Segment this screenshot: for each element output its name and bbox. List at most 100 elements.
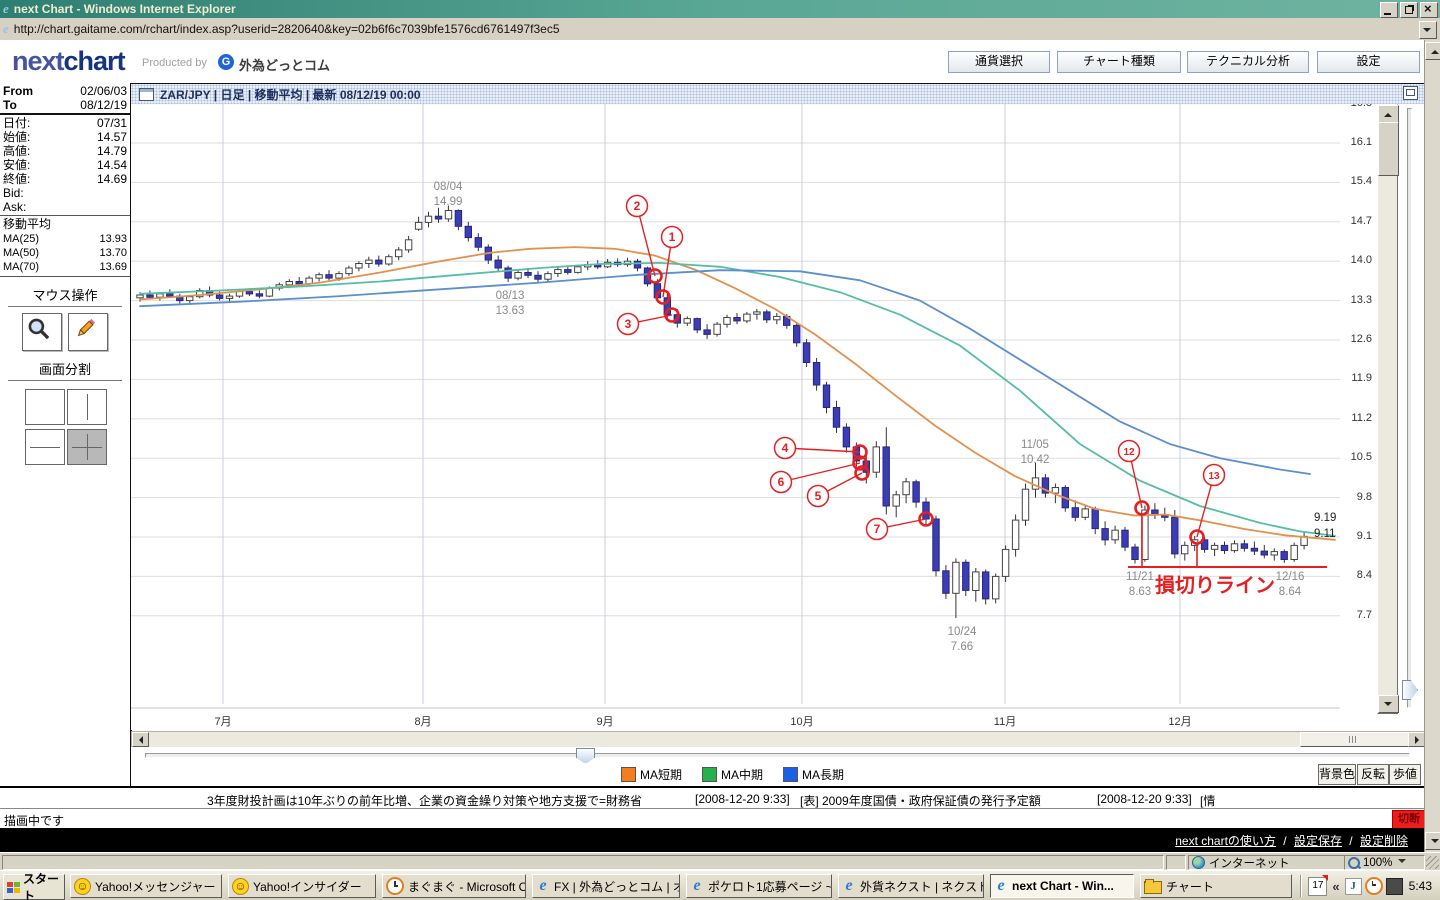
split-single-button[interactable] bbox=[25, 389, 65, 425]
address-dropdown-button[interactable] bbox=[1419, 21, 1437, 39]
footer-link[interactable]: 設定削除 bbox=[1360, 834, 1408, 848]
pane-restore-icon[interactable] bbox=[1403, 86, 1418, 100]
produced-by-label: Producted by bbox=[142, 57, 207, 69]
taskbar-button-1[interactable]: ☺ Yahoo!メッセンジャー bbox=[70, 874, 222, 898]
taskbar-button-7[interactable]: e next Chart - Win... bbox=[990, 874, 1134, 898]
y-axis-tick: 9.8 bbox=[1356, 491, 1372, 503]
folder-icon bbox=[1144, 878, 1162, 894]
link-separator: / bbox=[1345, 834, 1356, 848]
system-tray: 17 « J 5:43 bbox=[1300, 871, 1440, 900]
scroll-down-button[interactable] bbox=[1378, 695, 1399, 713]
legend-item: MA中期 bbox=[702, 766, 763, 783]
y-axis-tick: 11.2 bbox=[1351, 412, 1372, 424]
chart-option-button-3[interactable]: 歩値 bbox=[1389, 764, 1421, 785]
quote-info: 日付: 07/31 始値: 14.57 高値: 14.79 安値: 14.54 終値: 14.69… bbox=[0, 115, 130, 216]
y-axis-tick: 11.9 bbox=[1351, 372, 1372, 384]
horizontal-split-icon bbox=[30, 447, 60, 448]
horizontal-scroll-thumb[interactable] bbox=[1300, 732, 1409, 747]
scroll-up-button[interactable] bbox=[1378, 105, 1399, 123]
from-label: From bbox=[3, 84, 33, 98]
url-field[interactable]: http://chart.gaitame.com/rchart/index.as… bbox=[14, 22, 560, 36]
vertical-scroll-thumb[interactable] bbox=[1378, 122, 1399, 176]
taskbar-button-4[interactable]: e FX | 外為どっとコム | オ... bbox=[532, 874, 680, 898]
y-axis-tick: 16.1 bbox=[1350, 136, 1372, 148]
y-axis-tick: 14.0 bbox=[1350, 254, 1372, 266]
nav-button-1[interactable]: 通貨選択 bbox=[948, 51, 1050, 73]
ie-icon: e bbox=[3, 1, 9, 16]
vertical-slider-thumb[interactable] bbox=[1402, 680, 1418, 700]
zoom-control[interactable]: 100% bbox=[1344, 855, 1425, 870]
clock-icon[interactable] bbox=[1364, 877, 1383, 895]
svg-text:9月: 9月 bbox=[596, 716, 613, 728]
period-slider[interactable] bbox=[131, 747, 1424, 764]
scroll-left-button[interactable] bbox=[132, 732, 149, 747]
start-button[interactable]: スタート bbox=[3, 872, 65, 900]
svg-text:7月: 7月 bbox=[214, 716, 231, 728]
tray-app-icon[interactable] bbox=[1385, 877, 1403, 895]
browser-scroll-up-button[interactable] bbox=[1425, 42, 1440, 60]
smiley-icon: ☺ bbox=[74, 877, 91, 895]
nav-button-2[interactable]: チャート種類 bbox=[1057, 51, 1181, 73]
tray-time: 5:43 bbox=[1408, 879, 1432, 893]
y-axis-tick: 13.3 bbox=[1350, 294, 1372, 306]
draw-tool-button[interactable] bbox=[68, 313, 108, 351]
chart-horizontal-scrollbar[interactable] bbox=[131, 731, 1426, 748]
disconnect-button[interactable]: 切断 bbox=[1392, 810, 1426, 830]
svg-text:1: 1 bbox=[669, 230, 676, 244]
nav-button-4[interactable]: 設定 bbox=[1317, 51, 1420, 73]
taskbar-button-8[interactable]: チャート bbox=[1140, 874, 1292, 898]
svg-text:7: 7 bbox=[874, 522, 881, 536]
news-item: [2008-12-20 9:33] bbox=[1097, 792, 1192, 806]
ma-label: MA(70) bbox=[3, 261, 40, 273]
split-horizontal-button[interactable] bbox=[25, 429, 65, 465]
ma-legend: MA短期 MA中期 MA長期 bbox=[131, 763, 1424, 786]
info-value: 14.79 bbox=[96, 144, 127, 158]
period-slider-thumb[interactable] bbox=[576, 748, 595, 764]
info-label: 高値: bbox=[3, 144, 31, 158]
chart-option-button-2[interactable]: 反転 bbox=[1357, 764, 1389, 785]
footer-link[interactable]: next chartの使い方 bbox=[1175, 834, 1276, 848]
restore-button[interactable] bbox=[1400, 2, 1418, 18]
taskbar-button-5[interactable]: e ポケロト1応募ページ ~... bbox=[686, 874, 832, 898]
magnifier-icon bbox=[1348, 856, 1360, 869]
svg-text:14.99: 14.99 bbox=[434, 196, 463, 208]
chart-option-button-1[interactable]: 背景色 bbox=[1318, 764, 1356, 785]
chart-titlebar: ZAR/JPY | 日足 | 移動平均 | 最新 08/12/19 00:00 bbox=[131, 84, 1424, 104]
svg-text:5: 5 bbox=[815, 489, 822, 503]
taskbar-button-3[interactable]: まぐまぐ - Microsoft Ou... bbox=[382, 874, 526, 898]
brand-name: 外為どっとコム bbox=[239, 58, 331, 73]
split-quad-button[interactable] bbox=[67, 429, 107, 465]
taskbar-button-2[interactable]: ☺ Yahoo!インサイダー bbox=[228, 874, 376, 898]
chevron-down-icon bbox=[1423, 28, 1431, 36]
tray-collapse-button[interactable]: « bbox=[1332, 879, 1339, 894]
minimize-button[interactable] bbox=[1380, 2, 1398, 18]
vertical-zoom-slider[interactable] bbox=[1399, 104, 1419, 712]
close-button[interactable] bbox=[1420, 1, 1438, 18]
windows-logo-icon bbox=[7, 881, 20, 893]
svg-text:9.11: 9.11 bbox=[1314, 528, 1336, 540]
svg-text:6: 6 bbox=[778, 475, 785, 489]
calendar-icon[interactable]: 17 bbox=[1308, 874, 1329, 896]
nav-button-3[interactable]: テクニカル分析 bbox=[1187, 51, 1309, 73]
info-value: 14.54 bbox=[96, 158, 127, 172]
news-item: 3年度財投計画は10年ぶりの前年比増、企業の資金繰り対策や地方支援で=財務省 bbox=[207, 794, 643, 808]
svg-text:4: 4 bbox=[782, 441, 789, 455]
date-range-box: From 02/06/03 To 08/12/19 bbox=[0, 83, 130, 115]
to-label: To bbox=[3, 98, 17, 112]
java-icon[interactable]: J bbox=[1344, 877, 1362, 895]
resize-grip[interactable] bbox=[1426, 856, 1439, 869]
zoom-tool-button[interactable] bbox=[22, 313, 62, 351]
legend-color-swatch bbox=[702, 767, 718, 782]
browser-scrollbar[interactable] bbox=[1424, 40, 1440, 852]
scroll-right-button[interactable] bbox=[1408, 732, 1425, 747]
info-row: Bid: bbox=[0, 186, 130, 200]
chart-vertical-scrollbar[interactable] bbox=[1377, 104, 1399, 714]
ma-label: MA(25) bbox=[3, 233, 40, 245]
footer-link[interactable]: 設定保存 bbox=[1294, 834, 1342, 848]
page-icon: e bbox=[3, 21, 9, 36]
taskbar-button-6[interactable]: e 外貨ネクスト | ネクスト... bbox=[838, 874, 984, 898]
ma-label: MA(50) bbox=[3, 247, 40, 259]
browser-scroll-down-button[interactable] bbox=[1425, 832, 1440, 850]
split-vertical-button[interactable] bbox=[67, 389, 107, 425]
svg-text:10月: 10月 bbox=[790, 716, 813, 728]
